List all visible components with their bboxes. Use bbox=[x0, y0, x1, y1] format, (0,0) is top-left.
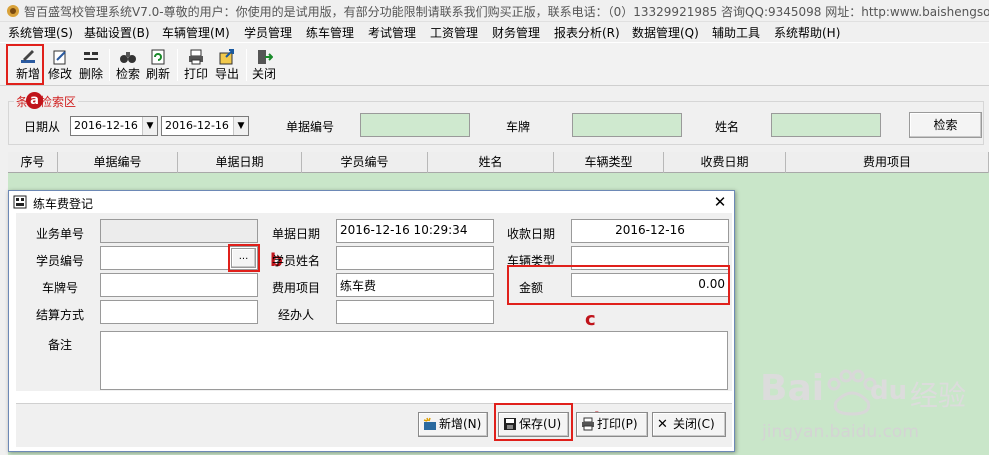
date-from-label: 日期从 bbox=[24, 120, 61, 134]
printer-icon bbox=[582, 417, 594, 431]
student-name-field[interactable] bbox=[336, 246, 494, 270]
business-no-field bbox=[100, 219, 258, 243]
grid-col-name[interactable]: 姓名 bbox=[428, 152, 554, 173]
toolbar-separator bbox=[177, 49, 178, 81]
window-title: 智百盛驾校管理系统V7.0-尊敬的用户：你使用的是试用版，有部分功能限制请联系我… bbox=[24, 5, 989, 19]
plate-no-label: 车牌号 bbox=[42, 281, 79, 295]
export-icon bbox=[219, 49, 234, 65]
doc-date-field[interactable]: 2016-12-16 10:29:34 bbox=[336, 219, 494, 243]
settle-method-field[interactable] bbox=[100, 300, 258, 324]
menu-exam[interactable]: 考试管理 bbox=[368, 24, 416, 41]
date-to-picker[interactable]: 2016-12-16 ▼ bbox=[161, 116, 249, 136]
app-logo-icon bbox=[7, 5, 19, 17]
dialog-new-button[interactable]: 新增(N) bbox=[418, 412, 488, 437]
pay-date-field[interactable]: 2016-12-16 bbox=[571, 219, 729, 243]
toolbar-separator bbox=[246, 49, 247, 81]
business-no-label: 业务单号 bbox=[36, 227, 85, 241]
dialog-print-button[interactable]: 打印(P) bbox=[576, 412, 648, 437]
doc-no-label: 单据编号 bbox=[286, 120, 335, 134]
menu-vehicle[interactable]: 车辆管理(M) bbox=[162, 24, 230, 41]
student-no-label: 学员编号 bbox=[36, 254, 85, 268]
handler-field[interactable] bbox=[336, 300, 494, 324]
toolbar-close-button[interactable]: 关闭 bbox=[249, 47, 279, 85]
close-x-icon: ✕ bbox=[657, 417, 668, 432]
dialog-title: 练车费登记 bbox=[33, 197, 94, 211]
menu-finance[interactable]: 财务管理 bbox=[492, 24, 540, 41]
exit-door-icon bbox=[258, 50, 273, 64]
remark-label: 备注 bbox=[48, 338, 73, 352]
browse-student-button[interactable]: ... bbox=[231, 248, 256, 268]
toolbar-search-button[interactable]: 检索 bbox=[113, 47, 143, 85]
doc-date-label: 单据日期 bbox=[272, 227, 321, 241]
student-name-label: 学员姓名 bbox=[272, 254, 321, 268]
name-search-input[interactable] bbox=[771, 113, 881, 137]
toolbar-separator bbox=[109, 49, 110, 81]
dialog-save-button[interactable]: 保存(U) bbox=[498, 412, 569, 437]
printer-icon bbox=[189, 49, 203, 65]
toolbar-print-button[interactable]: 打印 bbox=[181, 47, 211, 85]
dialog-icon bbox=[13, 195, 27, 209]
handler-label: 经办人 bbox=[278, 308, 315, 322]
settle-label: 结算方式 bbox=[36, 308, 85, 322]
menu-help[interactable]: 系统帮助(H) bbox=[774, 24, 840, 41]
vehicle-type-field[interactable] bbox=[571, 246, 729, 270]
menu-system[interactable]: 系统管理(S) bbox=[8, 24, 73, 41]
name-label: 姓名 bbox=[715, 120, 740, 134]
floppy-disk-icon bbox=[504, 418, 516, 430]
binoculars-icon bbox=[120, 52, 136, 63]
menu-reports[interactable]: 报表分析(R) bbox=[554, 24, 620, 41]
grid-col-doc-no[interactable]: 单据编号 bbox=[58, 152, 178, 173]
plate-label: 车牌 bbox=[506, 120, 531, 134]
dropdown-arrow-icon[interactable]: ▼ bbox=[233, 117, 248, 135]
search-group-title: 条件检索区 bbox=[14, 93, 79, 110]
new-icon bbox=[21, 50, 35, 63]
toolbar-edit-button[interactable]: 修改 bbox=[45, 47, 75, 85]
search-button[interactable]: 检索 bbox=[909, 112, 982, 138]
grid-col-index[interactable]: 序号 bbox=[8, 152, 58, 173]
menu-salary[interactable]: 工资管理 bbox=[430, 24, 478, 41]
menu-data[interactable]: 数据管理(Q) bbox=[632, 24, 699, 41]
dropdown-arrow-icon[interactable]: ▼ bbox=[142, 117, 157, 135]
menu-tools[interactable]: 辅助工具 bbox=[712, 24, 760, 41]
amount-label: 金额 bbox=[519, 281, 544, 295]
grid-col-student-no[interactable]: 学员编号 bbox=[302, 152, 428, 173]
plate-search-input[interactable] bbox=[572, 113, 682, 137]
menu-practice[interactable]: 练车管理 bbox=[306, 24, 354, 41]
menu-bar: 系统管理(S) 基础设置(B) 车辆管理(M) 学员管理 练车管理 考试管理 工… bbox=[0, 22, 989, 42]
grid-col-vehicle-type[interactable]: 车辆类型 bbox=[554, 152, 664, 173]
dialog-close-icon[interactable]: ✕ bbox=[711, 193, 729, 211]
toolbar-export-button[interactable]: 导出 bbox=[212, 47, 242, 85]
remark-textarea[interactable] bbox=[100, 331, 728, 390]
fee-item-label: 费用项目 bbox=[272, 281, 321, 295]
grid-col-pay-date[interactable]: 收费日期 bbox=[664, 152, 786, 173]
date-from-picker[interactable]: 2016-12-16 ▼ bbox=[70, 116, 158, 136]
refresh-icon bbox=[151, 49, 165, 65]
plate-no-field[interactable] bbox=[100, 273, 258, 297]
toolbar: 新增 修改 删除 检索 刷新 打印 导出 关闭 bbox=[0, 42, 989, 86]
toolbar-delete-button[interactable]: 删除 bbox=[76, 47, 106, 85]
grid-col-doc-date[interactable]: 单据日期 bbox=[178, 152, 302, 173]
vehicle-type-label: 车辆类型 bbox=[507, 254, 556, 268]
edit-icon bbox=[53, 50, 66, 65]
toolbar-refresh-button[interactable]: 刷新 bbox=[143, 47, 173, 85]
pay-date-label: 收款日期 bbox=[507, 227, 556, 241]
delete-icon bbox=[84, 52, 98, 60]
new-sparkle-icon bbox=[423, 417, 436, 430]
menu-basic-settings[interactable]: 基础设置(B) bbox=[84, 24, 150, 41]
menu-student[interactable]: 学员管理 bbox=[244, 24, 292, 41]
grid-col-fee-item[interactable]: 费用项目 bbox=[786, 152, 989, 173]
doc-no-search-input[interactable] bbox=[360, 113, 470, 137]
toolbar-new-button[interactable]: 新增 bbox=[13, 47, 43, 85]
fee-item-field[interactable]: 练车费 bbox=[336, 273, 494, 297]
title-bar: 智百盛驾校管理系统V7.0-尊敬的用户：你使用的是试用版，有部分功能限制请联系我… bbox=[0, 0, 989, 22]
amount-field[interactable]: 0.00 bbox=[571, 273, 729, 297]
dialog-close-button[interactable]: ✕ 关闭(C) bbox=[652, 412, 726, 437]
